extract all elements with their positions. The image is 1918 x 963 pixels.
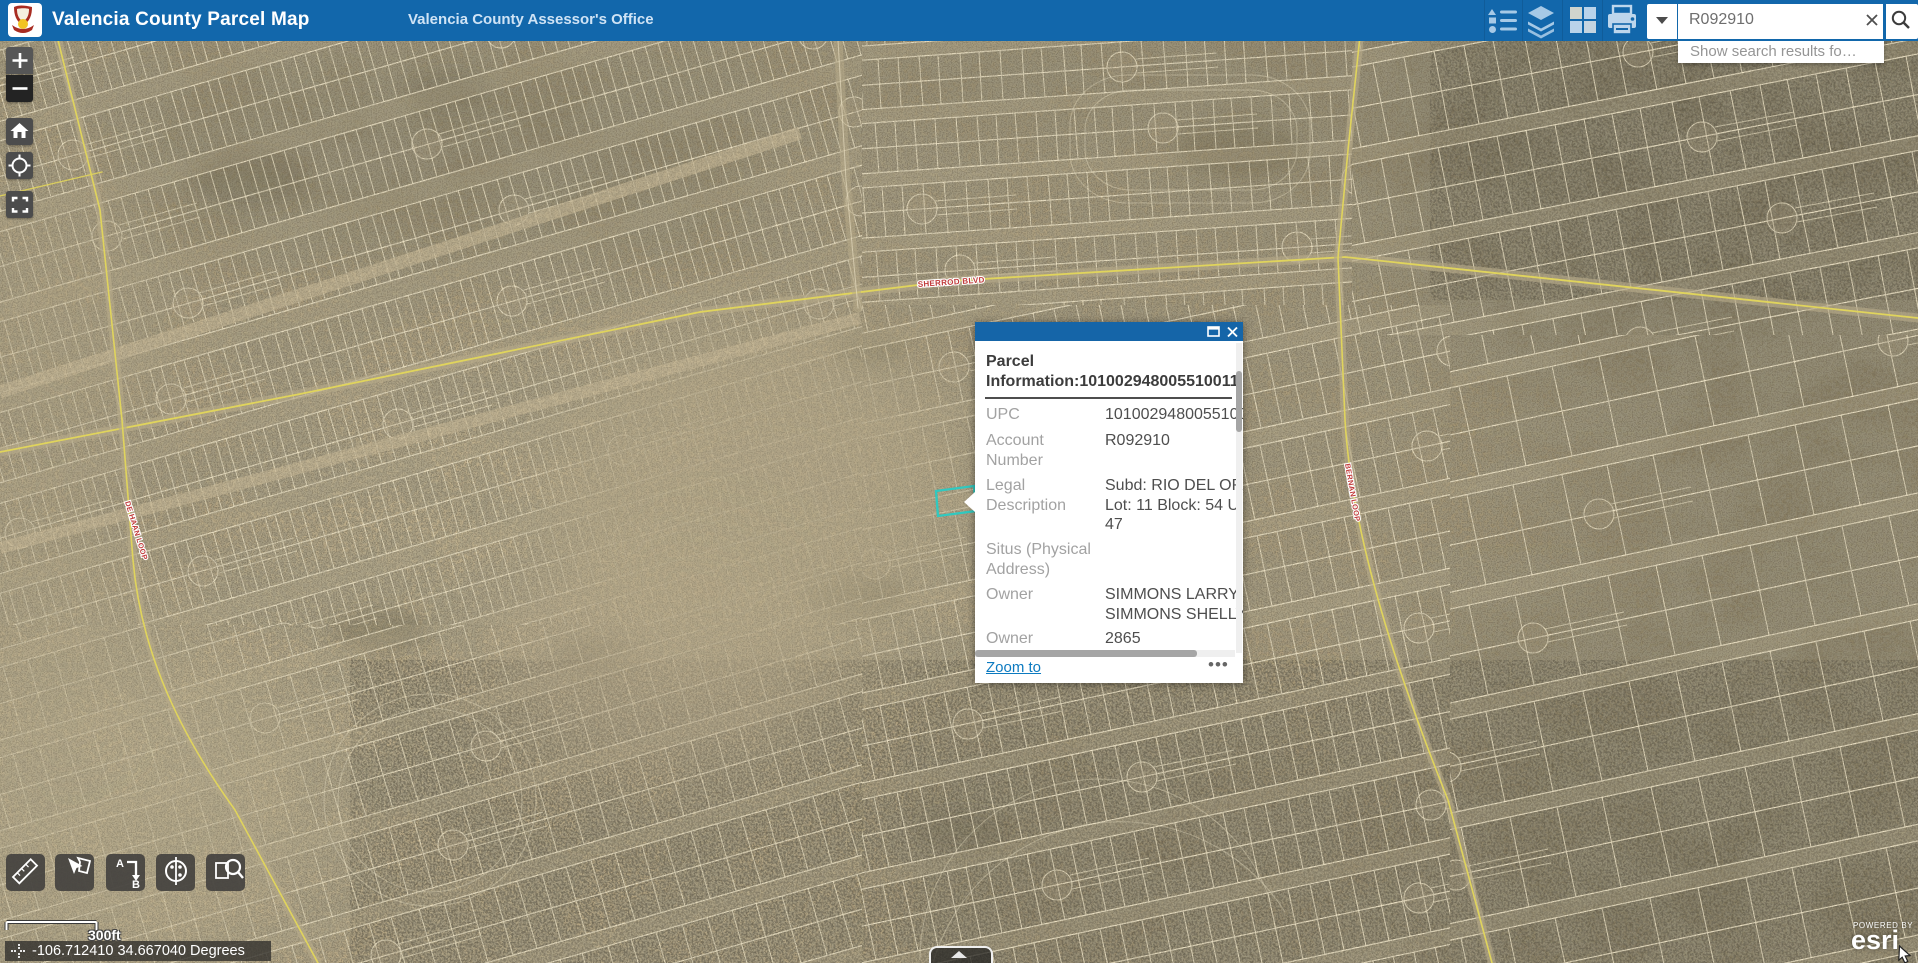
svg-text:B: B — [132, 879, 140, 891]
svg-text:A: A — [116, 858, 124, 870]
